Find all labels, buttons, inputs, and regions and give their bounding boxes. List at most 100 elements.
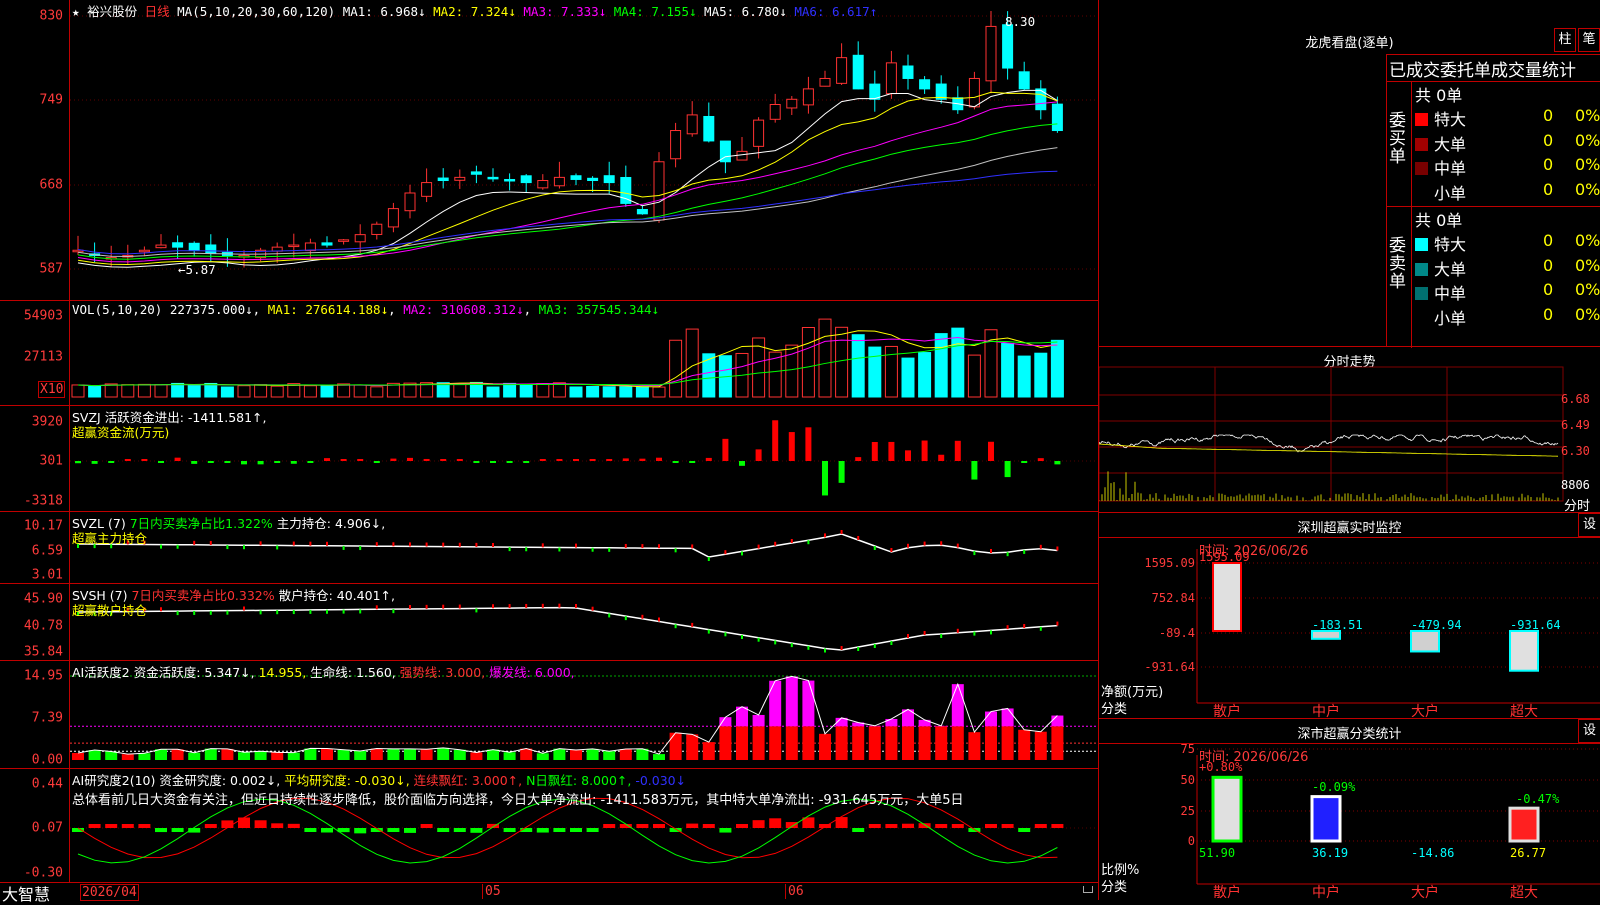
research-bar (736, 824, 748, 828)
svzj-bar (208, 461, 214, 463)
activity-bar (935, 726, 947, 760)
sell-total: 共 0单 (1415, 207, 1462, 231)
research-bar (454, 828, 466, 832)
svzj-bar (789, 432, 795, 461)
activity-bar (736, 726, 748, 760)
volume-bar (1051, 340, 1063, 397)
tick-view-button[interactable]: 笔 (1578, 28, 1600, 52)
sz-class-panel[interactable]: 深市超赢分类统计 设 时间: 2026/06/26 7550250+0.80%5… (1098, 718, 1600, 900)
svzj-panel[interactable]: 3920 301 -3318 SVZJ 活跃资金进出: -1411.581↑, … (0, 405, 1098, 511)
volume-bar (105, 384, 117, 397)
row-label: 大单 (1434, 260, 1466, 279)
volume-bar (836, 327, 848, 397)
activity-bar (487, 750, 499, 760)
brand-logo[interactable]: 大智慧 (2, 881, 50, 905)
svzj-subtitle: 超赢资金流(万元) (72, 422, 169, 441)
bar-view-button[interactable]: 柱 (1554, 28, 1576, 52)
activity-bar-top (786, 676, 798, 726)
y-tick: 75 (1181, 742, 1195, 756)
activity-bar (537, 753, 549, 760)
sz-monitor-panel[interactable]: 深圳超赢实时监控 设 时间: 2026/06/26 1595.09752.84-… (1098, 512, 1600, 718)
activity-bar (836, 726, 848, 760)
candlestick-chart[interactable] (0, 0, 1098, 300)
research-bar (421, 824, 433, 828)
candle (521, 176, 531, 183)
sell-row: 大单 (1415, 256, 1466, 280)
research-bar (122, 824, 134, 828)
volume-bar (304, 386, 316, 397)
svzj-bar (689, 461, 695, 463)
research-bar (172, 828, 184, 832)
legend-swatch (1415, 263, 1428, 276)
activity-bar (221, 749, 233, 760)
category-label: 散户 (1213, 884, 1241, 901)
activity-bar (620, 749, 632, 760)
candle (372, 224, 382, 234)
x-axis-bar: 大智慧 2026/04 05 06 (0, 882, 1098, 900)
bar-value: 51.90 (1199, 846, 1235, 860)
svzj-bar (307, 461, 313, 463)
research-bar (885, 824, 897, 828)
svzj-bar (706, 458, 712, 461)
activity-bar-top (1051, 716, 1063, 727)
intraday-panel[interactable]: 分时走势 6.68 6.49 6.30 8806 分时 (1098, 346, 1600, 512)
svsh-line (78, 608, 1057, 650)
lock-icon[interactable] (1083, 886, 1093, 893)
candle (173, 243, 183, 247)
svsh-pos: 散户持仓: 40.401↑, (279, 588, 395, 603)
category-label: 中户 (1312, 703, 1340, 719)
candle (637, 210, 647, 214)
activity-bar-top (885, 719, 897, 726)
candle (737, 151, 747, 160)
research-bar (404, 828, 416, 833)
ma-line (78, 171, 1057, 254)
activity-bar (753, 726, 765, 760)
activity-bar (404, 749, 416, 760)
ai-activity-panel[interactable]: 14.95 7.39 0.00 AI活跃度2 资金活跃度: 5.347↓, 14… (0, 660, 1098, 768)
volume-panel[interactable]: 54903 27113 X10 VOL(5,10,20) 227375.000↓… (0, 300, 1098, 405)
candlestick-panel[interactable]: 830 749 668 587 ★ 裕兴股份 日线 MA(5,10,20,30,… (0, 0, 1098, 300)
svzj-bar (1054, 461, 1060, 464)
activity-bar (504, 752, 516, 760)
volume-bar (1018, 356, 1030, 397)
ai2-label: AI研究度2(10) (72, 773, 155, 788)
star-icon[interactable]: ★ (72, 4, 80, 19)
svzl-panel[interactable]: 10.17 6.59 3.01 SVZL (7) 7日内买卖净占比1.322% … (0, 511, 1098, 583)
ai-research-panel[interactable]: 0.44 0.07 -0.30 AI研究度2(10) 资金研究度: 0.002↓… (0, 768, 1098, 882)
activity-bar (271, 752, 283, 760)
svzj-bar (938, 455, 944, 461)
activity-bar (985, 726, 997, 760)
row-percent: 0% (1575, 131, 1600, 150)
svzj-bar (855, 457, 861, 461)
ma2-value: MA2: 7.324↓ (433, 4, 516, 19)
volume-bar (570, 387, 582, 397)
candle (505, 179, 515, 181)
sz-class-chart[interactable]: 7550250+0.80%51.90散户-0.09%36.19中户-14.86大… (1099, 719, 1600, 901)
buy-total: 共 0单 (1415, 82, 1462, 106)
y-tick: -89.4 (1159, 626, 1195, 640)
legend-swatch (1415, 187, 1428, 200)
research-bar (786, 822, 798, 828)
ai1-e: 爆发线: 6.000, (489, 665, 574, 680)
activity-bar (354, 751, 366, 760)
svzj-bar (839, 461, 845, 483)
class-bar (1213, 777, 1241, 841)
svzj-bar (988, 442, 994, 461)
activity-bar (786, 726, 798, 760)
volume-bar (371, 387, 383, 397)
ma1-value: MA1: 6.968↓ (343, 4, 426, 19)
period-label[interactable]: 日线 (145, 4, 170, 19)
intraday-chart[interactable] (1099, 347, 1600, 513)
activity-bar (819, 734, 831, 760)
candle (471, 172, 481, 174)
research-bar (1051, 824, 1063, 828)
activity-bar (172, 749, 184, 760)
sz-class-xlabel: 分类 (1101, 876, 1127, 895)
svsh-panel[interactable]: 45.90 40.78 35.84 SVSH (7) 7日内买卖净占比0.332… (0, 583, 1098, 660)
candle (1019, 72, 1029, 89)
sz-monitor-chart[interactable]: 1595.09752.84-89.4-931.641595.09散户-183.5… (1099, 513, 1600, 719)
research-bar (769, 818, 781, 828)
research-bar (387, 828, 399, 832)
svzl-subtitle: 超赢主力持仓 (72, 528, 147, 547)
research-bar (89, 824, 101, 828)
